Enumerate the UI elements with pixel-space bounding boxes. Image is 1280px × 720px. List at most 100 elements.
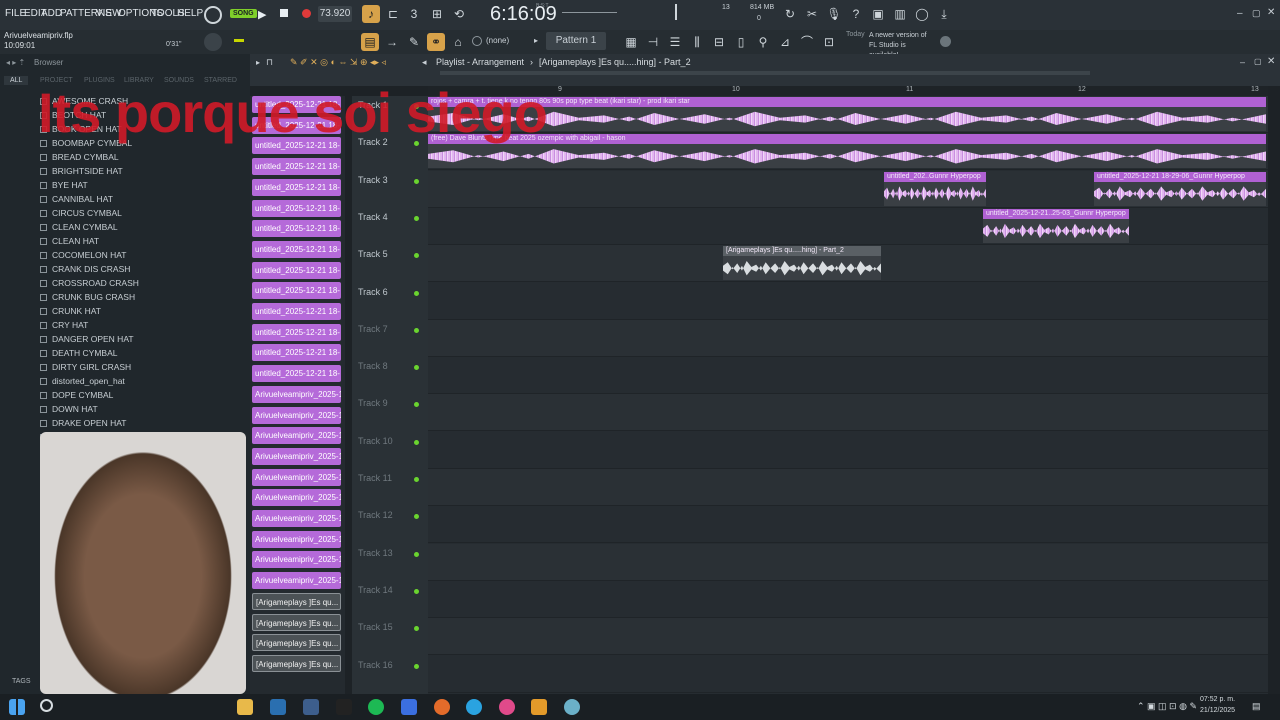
menu-file[interactable]: FILE bbox=[5, 8, 26, 19]
stop-icon[interactable] bbox=[280, 9, 288, 17]
link-icon[interactable]: ⚭ bbox=[427, 33, 445, 51]
plugin-icon[interactable]: ⚲ bbox=[754, 33, 772, 51]
track-name[interactable]: Track 13 bbox=[358, 548, 393, 558]
cart-icon[interactable]: ⊡ bbox=[820, 33, 838, 51]
pattern-clip[interactable]: Arivuelveamipriv_2025-1... bbox=[252, 489, 341, 507]
browser-item[interactable]: CRY HAT bbox=[40, 320, 88, 330]
track-mute-led[interactable] bbox=[414, 402, 419, 408]
stamp-icon[interactable]: ⌂ bbox=[449, 33, 467, 51]
microphone-icon[interactable]: 🎙 bbox=[825, 5, 843, 23]
draw-tools-icon[interactable]: ✎ ✐ ✕ ◎ ◐ ⇔ ⇲ ⊕ ◂▸ ◃ bbox=[290, 57, 386, 68]
browser-item[interactable]: CRUNK HAT bbox=[40, 306, 101, 316]
track-mute-led[interactable] bbox=[414, 551, 419, 557]
search-icon[interactable] bbox=[40, 699, 53, 712]
track-mute-led[interactable] bbox=[414, 365, 419, 371]
pattern-clip[interactable]: untitled_2025-12-21 18- bbox=[252, 303, 341, 320]
track-lane[interactable] bbox=[428, 283, 1268, 320]
track-name[interactable]: Track 11 bbox=[358, 473, 392, 483]
menu-add[interactable]: ADD bbox=[41, 8, 62, 19]
download-icon[interactable]: ⤓ bbox=[935, 5, 953, 23]
track-mute-led[interactable] bbox=[414, 327, 419, 333]
tags-label[interactable]: TAGS bbox=[12, 678, 31, 685]
pattern-clip[interactable]: untitled_2025-12-21 18- bbox=[252, 282, 341, 300]
loop-record-icon[interactable]: ⟲ bbox=[450, 5, 468, 23]
clock-time[interactable]: 07:52 p. m. bbox=[1200, 696, 1235, 703]
track-name[interactable]: Track 5 bbox=[358, 249, 388, 259]
chat-icon[interactable]: ◯ bbox=[913, 5, 931, 23]
pattern-clip[interactable]: untitled_2025-12-21 18- bbox=[252, 365, 341, 383]
browser-item[interactable]: DEATH CYMBAL bbox=[40, 348, 118, 358]
track-mute-led[interactable] bbox=[414, 290, 419, 296]
chrome-icon[interactable] bbox=[499, 699, 515, 715]
track-name[interactable]: Track 7 bbox=[358, 324, 388, 334]
notification-icon[interactable]: ▤ bbox=[1252, 701, 1261, 712]
spotify-icon[interactable] bbox=[368, 699, 384, 715]
track-name[interactable]: Track 9 bbox=[358, 398, 388, 408]
pattern-clip[interactable]: Arivuelveamipriv_2025-1... bbox=[252, 510, 341, 527]
track-name[interactable]: Track 4 bbox=[358, 212, 388, 222]
minimize-icon[interactable]: – bbox=[1237, 8, 1243, 19]
master-volume-slider[interactable] bbox=[562, 12, 617, 13]
firefox-icon[interactable] bbox=[434, 699, 450, 715]
step-edit-icon[interactable]: ⊞ bbox=[428, 5, 446, 23]
menu-help[interactable]: HELP bbox=[177, 8, 203, 19]
help-icon[interactable]: ? bbox=[847, 5, 865, 23]
audio-clip[interactable]: (free) Dave Blunts type beat 2025 ozempi… bbox=[428, 134, 1266, 169]
pattern-clip[interactable]: untitled_2025-12-21 18- bbox=[252, 344, 341, 362]
ccleaner-icon[interactable] bbox=[466, 699, 482, 715]
pencil-icon[interactable]: ✎ bbox=[405, 33, 423, 51]
playlist-menu-icon[interactable]: ▸ bbox=[256, 58, 260, 67]
track-mute-led[interactable] bbox=[414, 663, 419, 669]
channel-rack-icon[interactable]: ☰ bbox=[666, 33, 684, 51]
render-icon[interactable]: ▥ bbox=[891, 5, 909, 23]
browser-icon[interactable]: ⊟ bbox=[710, 33, 728, 51]
track-mute-led[interactable] bbox=[414, 514, 419, 520]
track-lane[interactable] bbox=[428, 394, 1268, 432]
track-name[interactable]: Track 8 bbox=[358, 361, 388, 371]
countdown-icon[interactable]: 3 bbox=[405, 5, 423, 23]
browser-item[interactable]: DIRTY GIRL CRASH bbox=[40, 362, 131, 372]
clock-date[interactable]: 21/12/2025 bbox=[1200, 707, 1235, 714]
track-name[interactable]: Track 16 bbox=[358, 660, 393, 670]
playlist-scrollbar[interactable] bbox=[440, 71, 1090, 75]
pattern-clip[interactable]: untitled_2025-12-21 18- bbox=[252, 220, 341, 238]
browser-item[interactable]: CANNIBAL HAT bbox=[40, 194, 113, 204]
track-mute-led[interactable] bbox=[414, 626, 419, 632]
snap-selector[interactable]: (none) bbox=[486, 36, 509, 45]
track-mute-led[interactable] bbox=[414, 477, 419, 482]
track-mute-led[interactable] bbox=[414, 215, 419, 221]
song-mode-toggle[interactable]: SONG bbox=[230, 9, 257, 18]
pattern-clip[interactable]: [Arigameplays ]Es qu... bbox=[252, 613, 341, 631]
playlist-view-icon[interactable]: ▤ bbox=[361, 33, 379, 51]
browser-item[interactable]: distorted_open_hat bbox=[40, 376, 125, 386]
play-icon[interactable]: ▶ bbox=[258, 8, 266, 21]
master-level-slider[interactable] bbox=[234, 39, 244, 42]
timeline-ruler[interactable]: 9 10 11 12 13 bbox=[428, 86, 1268, 96]
vegas-icon[interactable] bbox=[303, 699, 319, 715]
pattern-clip[interactable]: untitled_2025-12-21 18- bbox=[252, 199, 341, 217]
pattern-clip[interactable]: Arivuelveamipriv_2025-1... bbox=[252, 468, 341, 486]
tray-icons[interactable]: ⌃ ▣ ◫ ⊡ ◍ ✎ bbox=[1137, 701, 1197, 712]
clipboard-icon[interactable]: ▯ bbox=[732, 33, 750, 51]
track-name[interactable]: Track 3 bbox=[358, 175, 388, 185]
audio-clip[interactable]: rojos + camra + t. tiene k no tengo 80s … bbox=[428, 97, 1266, 131]
metronome-icon[interactable]: ♪ bbox=[362, 5, 380, 23]
pattern-clip[interactable]: Arivuelveamipriv_2025-1... bbox=[252, 427, 341, 445]
playlist-grid[interactable]: rojos + camra + t. tiene k no tengo 80s … bbox=[428, 96, 1268, 694]
browser-item[interactable]: BYE HAT bbox=[40, 180, 88, 190]
pattern-clip[interactable]: Arivuelveamipriv_2025-1... bbox=[252, 530, 341, 548]
browser-item[interactable]: BREAD CYMBAL bbox=[40, 152, 119, 162]
browser-item[interactable]: DOPE CYMBAL bbox=[40, 390, 113, 400]
windows-start-icon[interactable] bbox=[9, 699, 25, 715]
pattern-clip[interactable]: Arivuelveamipriv_2025-1... bbox=[252, 385, 341, 403]
pattern-selector[interactable]: Pattern 1 bbox=[546, 32, 606, 50]
browser-item[interactable]: DRAKE OPEN HAT bbox=[40, 418, 126, 428]
app-icon[interactable] bbox=[401, 699, 417, 715]
pattern-clip[interactable]: untitled_2025-12-21 18- bbox=[252, 178, 341, 196]
track-mute-led[interactable] bbox=[414, 253, 419, 259]
browser-item[interactable]: CLEAN HAT bbox=[40, 236, 99, 246]
track-lane[interactable] bbox=[428, 319, 1268, 357]
magnet-icon[interactable]: ⊓ bbox=[266, 57, 273, 68]
pattern-clip[interactable]: untitled_2025-12-21 18- bbox=[252, 240, 341, 258]
track-lane[interactable] bbox=[428, 208, 1268, 245]
